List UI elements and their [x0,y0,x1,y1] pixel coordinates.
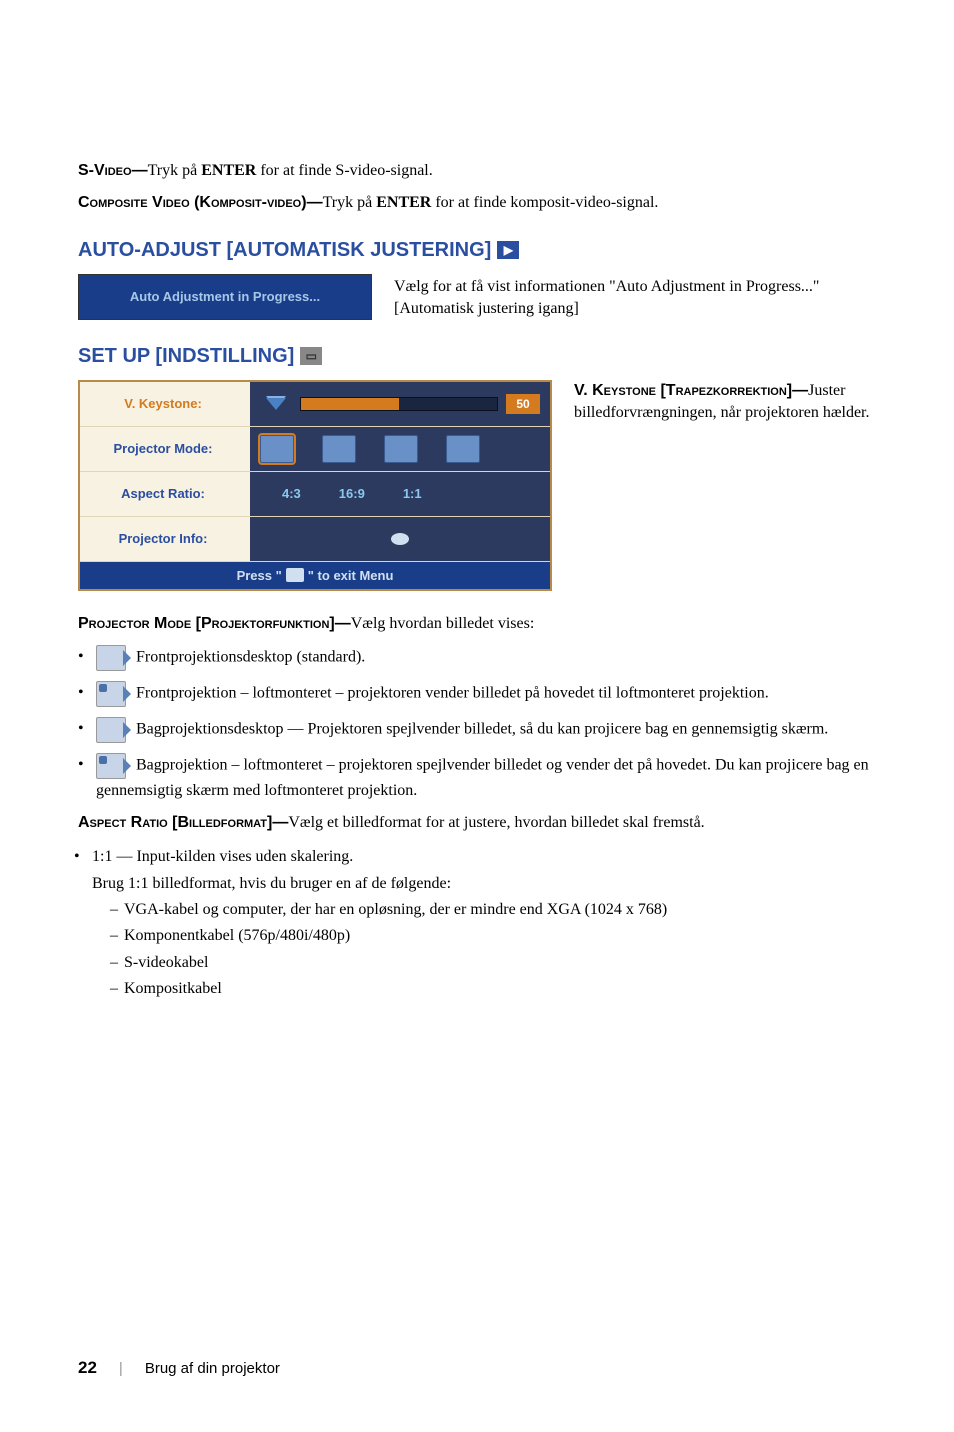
rear-desktop-icon [96,717,126,743]
footer-separator: | [119,1360,123,1377]
mode-rear-ceiling: Bagprojektion – loftmonteret – projektor… [96,753,876,802]
front-desktop-mode-icon [260,435,294,463]
svideo-text2: for at finde S-video-signal. [256,162,432,179]
triangle-down-icon [266,398,286,410]
menu-footer-bar: Press " " to exit Menu [80,562,550,589]
composite-definition: Composite Video (Komposit-video)—Tryk på… [78,192,876,214]
sub-composite: Kompositkabel [110,978,876,1000]
mode-text-2: Bagprojektionsdesktop — Projektoren spej… [136,721,828,738]
aspect-4-3: 4:3 [282,486,301,501]
sub-component: Komponentkabel (576p/480i/480p) [110,925,876,947]
keystone-value: 50 [506,394,540,414]
mode-rear-desktop: Bagprojektionsdesktop — Projektoren spej… [96,717,876,743]
auto-adjust-progress-box: Auto Adjustment in Progress... [78,274,372,320]
aspect-ratio-list: 1:1 — Input-kilden vises uden skalering.… [78,845,876,1001]
front-ceiling-mode-icon [322,435,356,463]
mode-text-0: Frontprojektionsdesktop (standard). [136,649,365,666]
aspect-ratio-label: Aspect Ratio: [80,486,250,501]
setup-row: V. Keystone: 50 Projector Mode: [78,380,876,591]
page-number: 22 [78,1358,97,1378]
composite-text2: for at finde komposit-video-signal. [431,194,658,211]
rear-ceiling-mode-icon [446,435,480,463]
aspect-16-9: 16:9 [339,486,365,501]
keystone-side-label: V. Keystone [Trapezkorrektion]— [574,382,808,399]
projector-modes-list: Frontprojektionsdesktop (standard). Fron… [78,645,876,802]
keystone-description: V. Keystone [Trapezkorrektion]—Juster bi… [574,380,876,425]
composite-key: ENTER [376,194,431,211]
aspect-ratio-definition: Aspect Ratio [Billedformat]—Vælg et bill… [78,812,876,834]
auto-adjust-heading-text: AUTO-ADJUST [AUTOMATISK JUSTERING] [78,239,491,262]
mode-front-ceiling: Frontprojektion – loftmonteret – projekt… [96,681,876,707]
keystone-label: V. Keystone: [80,396,250,411]
rear-desktop-mode-icon [384,435,418,463]
setup-menu-screenshot: V. Keystone: 50 Projector Mode: [78,380,552,591]
projector-mode-label: Projector Mode: [80,441,250,456]
page-footer: 22 | Brug af din projektor [78,1358,280,1378]
svideo-key: ENTER [201,162,256,179]
front-desktop-icon [96,645,126,671]
sub-vga: VGA-kabel og computer, der har en opløsn… [110,899,876,921]
projector-info-row: Projector Info: [80,517,550,562]
projector-mode-row: Projector Mode: [80,427,550,472]
one-to-one-intro: Brug 1:1 billedformat, hvis du bruger en… [92,872,876,895]
projector-mode-def-label: Projector Mode [Projektorfunktion]— [78,615,351,632]
footer-section: Brug af din projektor [145,1360,280,1377]
mode-icons [260,435,480,463]
one-to-one-lead: 1:1 — Input-kilden vises uden skalering. [92,848,353,865]
svideo-definition: S-Video—Tryk på ENTER for at finde S-vid… [78,160,876,182]
projector-mode-values [250,427,550,471]
auto-adjust-description: Vælg for at få vist informationen "Auto … [394,274,876,321]
aspect-1-1: 1:1 [403,486,422,501]
keystone-slider [300,397,498,411]
keystone-values: 50 [250,382,550,426]
one-to-one-sublist: VGA-kabel og computer, der har en opløsn… [110,899,876,1001]
svideo-label: S-Video— [78,162,148,179]
composite-label: Composite Video (Komposit-video)— [78,194,323,211]
rear-ceiling-icon [96,753,126,779]
aspect-ratio-def-text: Vælg et billedformat for at justere, hvo… [288,814,704,831]
projector-info-label: Projector Info: [80,531,250,546]
play-icon: ▶ [497,241,519,259]
keystone-row: V. Keystone: 50 [80,382,550,427]
aspect-ratio-def-label: Aspect Ratio [Billedformat]— [78,814,288,831]
document-page: S-Video—Tryk på ENTER for at finde S-vid… [0,0,954,1432]
info-icon [391,533,409,545]
monitor-icon: ▭ [300,347,322,365]
mode-front-desktop: Frontprojektionsdesktop (standard). [96,645,876,671]
mode-text-3: Bagprojektion – loftmonteret – projektor… [96,757,869,799]
svideo-text1: Tryk på [148,162,202,179]
auto-adjust-row: Auto Adjustment in Progress... Vælg for … [78,274,876,321]
aspect-ratio-row: Aspect Ratio: 4:3 16:9 1:1 [80,472,550,517]
projector-info-values [250,517,550,561]
footer-pre: Press " [237,568,282,583]
one-to-one-item: 1:1 — Input-kilden vises uden skalering.… [92,845,876,1001]
projector-mode-def-text: Vælg hvordan billedet vises: [351,615,535,632]
aspect-ratio-values: 4:3 16:9 1:1 [250,472,550,516]
aspect-vals: 4:3 16:9 1:1 [260,486,422,501]
footer-post: " to exit Menu [308,568,394,583]
composite-text1: Tryk på [323,194,377,211]
sub-svideo: S-videokabel [110,952,876,974]
mode-text-1: Frontprojektion – loftmonteret – projekt… [136,685,769,702]
menu-glyph-icon [286,568,304,582]
auto-adjust-heading: AUTO-ADJUST [AUTOMATISK JUSTERING] ▶ [78,239,876,262]
projector-mode-definition: Projector Mode [Projektorfunktion]—Vælg … [78,613,876,635]
setup-heading-text: SET UP [INDSTILLING] [78,345,294,368]
setup-heading: SET UP [INDSTILLING] ▭ [78,345,876,368]
front-ceiling-icon [96,681,126,707]
